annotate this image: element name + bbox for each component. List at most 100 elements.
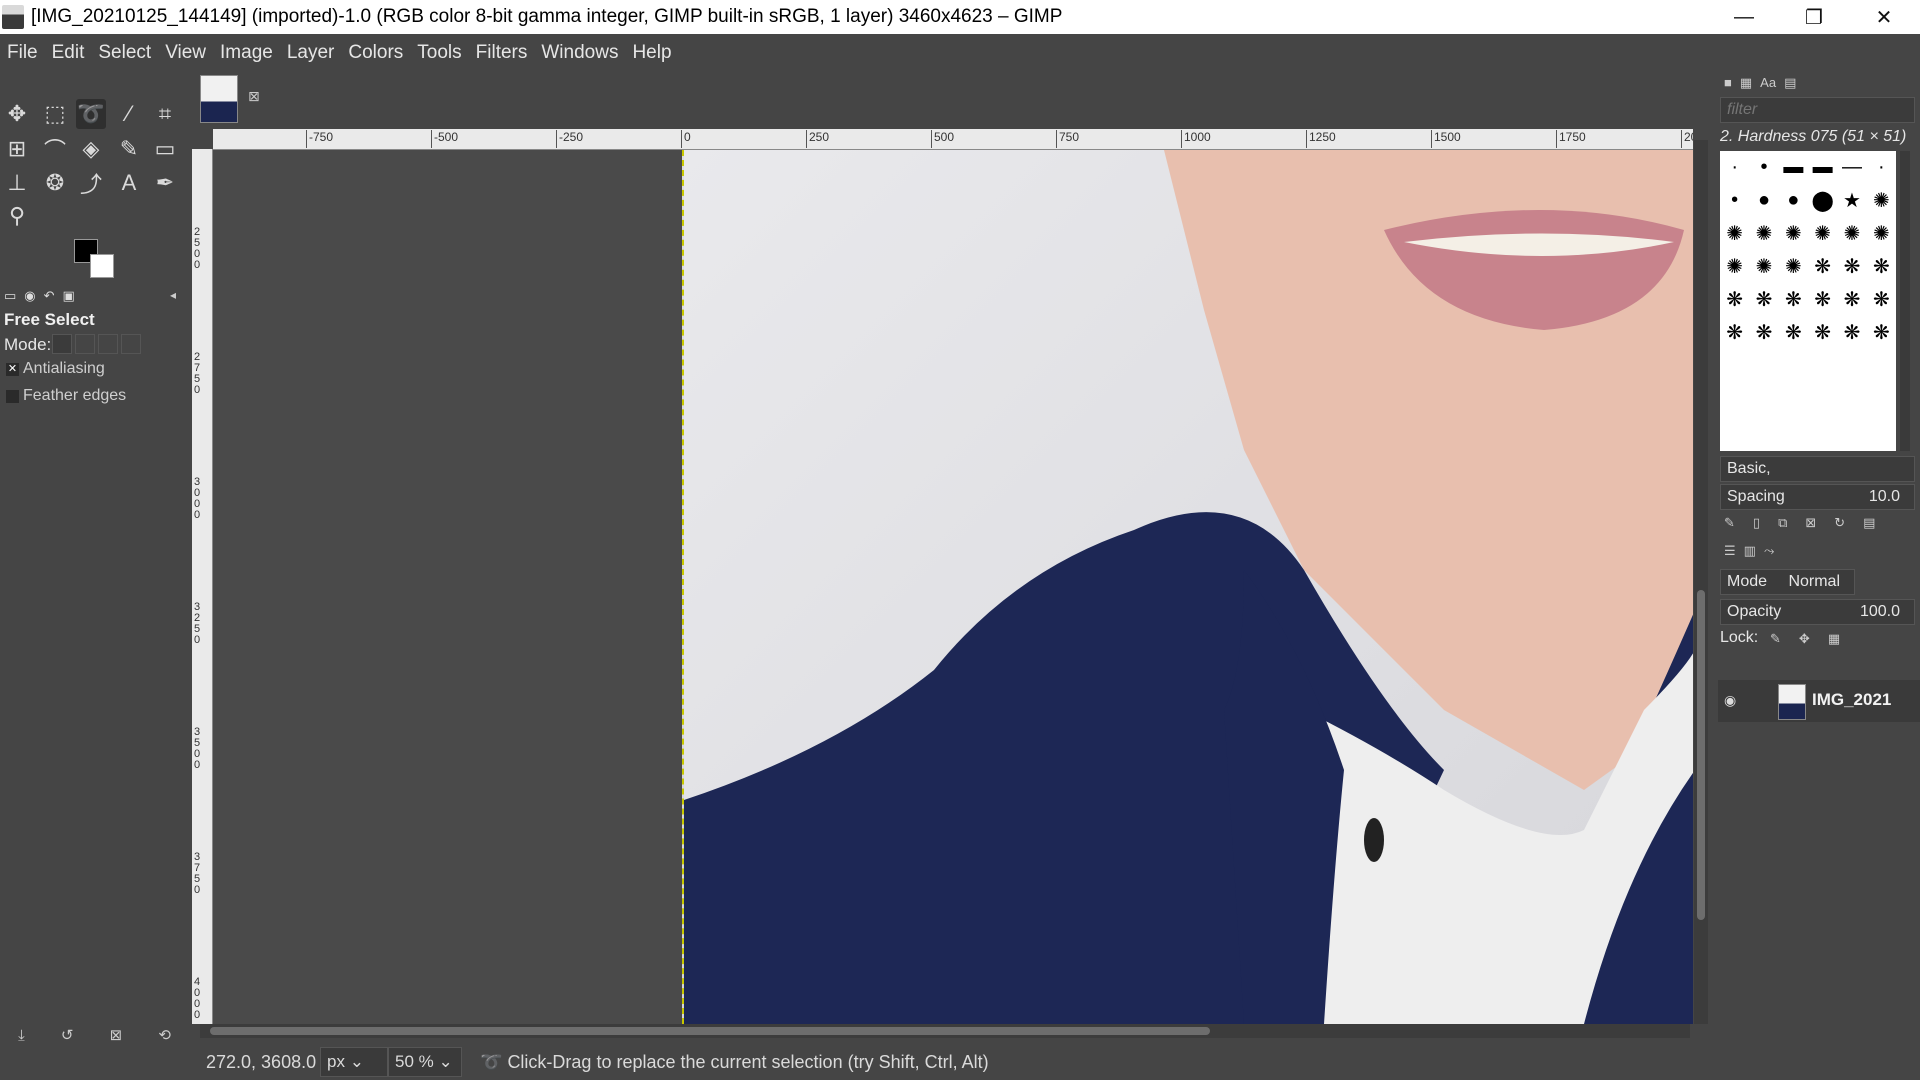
spacing-field[interactable]: Spacing 10.0: [1720, 484, 1915, 510]
mode-replace-button[interactable]: [52, 334, 72, 354]
menu-bar: File Edit Select View Image Layer Colors…: [0, 34, 1920, 71]
crop-icon[interactable]: ⌗: [150, 99, 180, 129]
ruler-label: -750: [305, 130, 334, 148]
layers-tab-icon[interactable]: ☰: [1724, 543, 1736, 559]
brush-scrollbar[interactable]: [1900, 151, 1910, 451]
antialiasing-checkbox[interactable]: ✕: [6, 363, 19, 376]
close-tab-icon[interactable]: ⊠: [248, 88, 260, 105]
lock-position-icon[interactable]: ✥: [1799, 631, 1810, 647]
image-tab-thumbnail[interactable]: [200, 75, 238, 123]
menu-view[interactable]: View: [158, 42, 213, 64]
tool-options-title: Free Select: [4, 310, 95, 329]
background-color-swatch[interactable]: [90, 254, 114, 278]
brushes-tab-icon[interactable]: ■: [1724, 75, 1732, 91]
clone-icon[interactable]: ⊥: [2, 168, 32, 198]
canvas-area[interactable]: [213, 150, 1693, 1024]
text-tool-icon[interactable]: A: [114, 168, 144, 198]
channels-tab-icon[interactable]: ▥: [1744, 543, 1756, 559]
menu-layer[interactable]: Layer: [280, 42, 342, 64]
image-canvas[interactable]: [682, 150, 1693, 1024]
menu-help[interactable]: Help: [625, 42, 678, 64]
mode-intersect-button[interactable]: [121, 334, 141, 354]
warp-transform-icon[interactable]: ⌒: [40, 134, 70, 164]
menu-file[interactable]: File: [0, 42, 45, 64]
eraser-icon[interactable]: ▭: [150, 134, 180, 164]
menu-select[interactable]: Select: [91, 42, 158, 64]
layer-row[interactable]: ◉ IMG_2021: [1718, 680, 1920, 722]
reset-options-icon[interactable]: ⟲: [158, 1026, 171, 1044]
configure-tab-icon[interactable]: ◂: [170, 288, 176, 302]
delete-preset-icon[interactable]: ⊠: [110, 1026, 123, 1044]
photo-illustration: [684, 150, 1693, 1024]
feather-edges-checkbox[interactable]: [6, 390, 19, 403]
ruler-label: 4000: [194, 976, 201, 1021]
menu-tools[interactable]: Tools: [410, 42, 468, 64]
fonts-tab-icon[interactable]: Aa: [1760, 75, 1776, 91]
title-bar: [IMG_20210125_144149] (imported)-1.0 (RG…: [0, 0, 1920, 34]
document-history-tab-icon[interactable]: ▤: [1784, 75, 1796, 91]
restore-preset-icon[interactable]: ↺: [61, 1026, 74, 1044]
ruler-label: 2500: [194, 226, 201, 271]
menu-edit[interactable]: Edit: [45, 42, 92, 64]
spacing-label: Spacing: [1727, 488, 1785, 505]
brush-grid[interactable]: · • ▬ ▬ — · • ● ● ⬤ ★ ✺ ✺ ✺ ✺ ✺ ✺ ✺ ✺ ✺ ✺ ❋ ❋ ❋ ❋ ❋ ❋ ❋ ❋ ❋ ❋ ❋ ❋ ❋ ❋…: [1720, 151, 1896, 451]
brush-preset-select[interactable]: Basic,: [1720, 456, 1915, 482]
horizontal-ruler[interactable]: -750 -500 -250 0 250 500 750 1000 1250 1…: [213, 129, 1693, 150]
unified-transform-icon[interactable]: ⊞: [2, 134, 32, 164]
vertical-ruler[interactable]: 2500 2750 3000 3250 3500 3750 4000: [192, 149, 213, 1024]
rect-select-icon[interactable]: ⬚: [40, 99, 70, 129]
lock-pixels-icon[interactable]: ✎: [1770, 631, 1781, 647]
minimize-button[interactable]: —: [1710, 0, 1778, 34]
ruler-label: 0: [681, 130, 691, 148]
mode-add-button[interactable]: [75, 334, 95, 354]
images-tab-icon[interactable]: ▣: [63, 288, 75, 304]
hscroll-thumb[interactable]: [210, 1027, 1210, 1035]
patterns-tab-icon[interactable]: ▦: [1740, 75, 1752, 91]
selected-brush-name: 2. Hardness 075 (51 × 51): [1720, 128, 1907, 145]
free-select-icon[interactable]: ➰: [76, 99, 106, 129]
unit-select[interactable]: px ⌄: [320, 1047, 388, 1077]
menu-image[interactable]: Image: [213, 42, 280, 64]
ruler-label: 3500: [194, 726, 201, 771]
spacing-value: 10.0: [1868, 488, 1900, 505]
edit-brush-icon[interactable]: ✎: [1724, 515, 1735, 531]
delete-brush-icon[interactable]: ⊠: [1805, 515, 1816, 531]
maximize-button[interactable]: ❐: [1780, 0, 1848, 34]
vscroll-thumb[interactable]: [1697, 590, 1705, 920]
save-preset-icon[interactable]: ⤓: [18, 1027, 25, 1044]
horizontal-scrollbar[interactable]: [200, 1024, 1690, 1038]
open-brush-icon[interactable]: ▤: [1863, 515, 1875, 531]
ruler-label: -250: [555, 130, 584, 148]
refresh-brushes-icon[interactable]: ↻: [1834, 515, 1845, 531]
opacity-value: 100.0: [1859, 603, 1900, 620]
bucket-fill-icon[interactable]: ◈: [76, 134, 106, 164]
menu-colors[interactable]: Colors: [341, 42, 410, 64]
layer-mode-select[interactable]: Mode Normal: [1720, 569, 1855, 595]
paths-icon[interactable]: ⤴: [76, 168, 106, 198]
fuzzy-select-icon[interactable]: ⁄: [114, 99, 144, 129]
opacity-field[interactable]: Opacity 100.0: [1720, 599, 1915, 625]
smudge-icon[interactable]: ❂: [40, 168, 70, 198]
paintbrush-icon[interactable]: ✎: [114, 134, 144, 164]
ruler-label: 2750: [194, 351, 201, 396]
visibility-eye-icon[interactable]: ◉: [1724, 692, 1736, 709]
duplicate-brush-icon[interactable]: ⧉: [1778, 515, 1787, 531]
move-tool-icon[interactable]: ✥: [2, 99, 32, 129]
vertical-scrollbar[interactable]: [1694, 140, 1708, 1024]
menu-filters[interactable]: Filters: [469, 42, 535, 64]
new-brush-icon[interactable]: ▯: [1753, 515, 1760, 531]
lock-alpha-icon[interactable]: ▦: [1828, 631, 1840, 647]
brush-filter-input[interactable]: [1720, 97, 1915, 123]
tool-options-tab-icon[interactable]: ▭: [4, 288, 16, 304]
color-picker-icon[interactable]: ✒: [150, 168, 180, 198]
ruler-label: 20: [1680, 130, 1693, 148]
ruler-label: 1000: [1181, 130, 1211, 148]
zoom-tool-icon[interactable]: ⚲: [2, 201, 32, 231]
device-status-tab-icon[interactable]: ◉: [24, 288, 35, 304]
menu-windows[interactable]: Windows: [534, 42, 625, 64]
zoom-select[interactable]: 50 % ⌄: [388, 1047, 462, 1077]
paths-tab-icon[interactable]: ⤳: [1764, 543, 1774, 559]
close-button[interactable]: ✕: [1850, 0, 1918, 34]
undo-history-tab-icon[interactable]: ↶: [44, 288, 55, 304]
mode-subtract-button[interactable]: [98, 334, 118, 354]
